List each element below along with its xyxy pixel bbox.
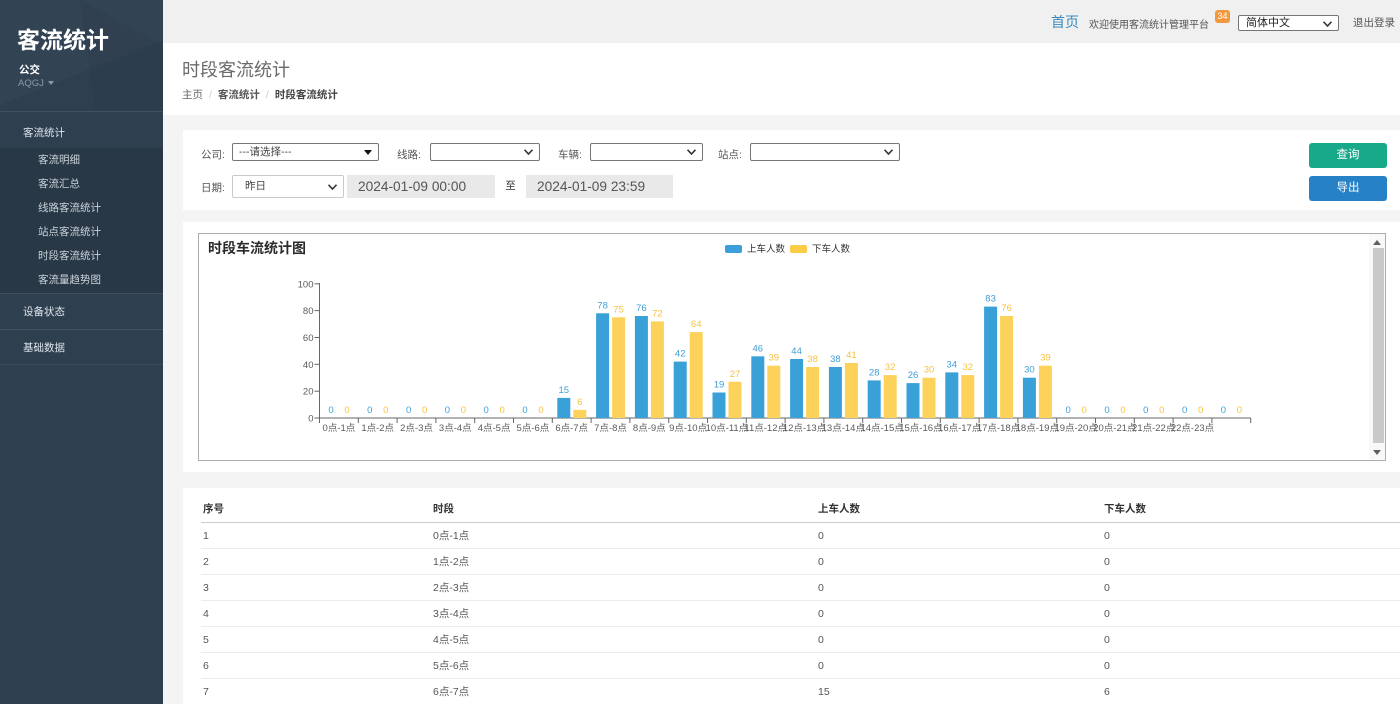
svg-text:11点-12点: 11点-12点 [744,423,787,434]
svg-text:22点-23点: 22点-23点 [1171,423,1215,434]
svg-text:0: 0 [500,405,505,416]
svg-text:0: 0 [1182,405,1187,416]
svg-text:2点-3点: 2点-3点 [400,423,433,434]
svg-text:78: 78 [597,300,608,311]
svg-text:0: 0 [344,405,349,416]
svg-text:0: 0 [1198,405,1203,416]
svg-text:76: 76 [636,303,647,314]
svg-text:13点-14点: 13点-14点 [822,423,866,434]
svg-text:100: 100 [298,279,314,290]
svg-text:76: 76 [1001,303,1012,314]
svg-text:39: 39 [1040,353,1051,364]
svg-text:15点-16点: 15点-16点 [899,423,943,434]
svg-text:17点-18点: 17点-18点 [977,423,1021,434]
svg-text:19: 19 [714,380,725,391]
svg-text:64: 64 [691,319,702,330]
svg-text:0点-1点: 0点-1点 [323,423,356,434]
svg-text:0: 0 [1237,405,1242,416]
svg-text:9点-10点: 9点-10点 [669,423,708,434]
svg-text:0: 0 [1159,405,1164,416]
svg-text:0: 0 [422,405,427,416]
svg-text:0: 0 [406,405,411,416]
svg-text:0: 0 [461,405,466,416]
svg-text:6: 6 [577,397,582,408]
svg-text:41: 41 [846,350,857,361]
svg-text:42: 42 [675,349,686,360]
svg-text:72: 72 [652,308,663,319]
svg-text:18点-19点: 18点-19点 [1016,423,1060,434]
svg-text:16点-17点: 16点-17点 [938,423,982,434]
svg-text:0: 0 [308,414,313,425]
svg-text:32: 32 [885,362,896,373]
svg-text:30: 30 [924,365,935,376]
svg-text:27: 27 [730,369,741,380]
svg-text:83: 83 [985,294,996,305]
svg-text:6点-7点: 6点-7点 [555,423,588,434]
svg-text:19点-20点: 19点-20点 [1054,423,1098,434]
svg-text:7点-8点: 7点-8点 [594,423,627,434]
svg-text:30: 30 [1024,365,1035,376]
svg-text:0: 0 [1120,405,1125,416]
svg-text:0: 0 [522,405,527,416]
svg-text:8点-9点: 8点-9点 [633,423,666,434]
svg-text:3点-4点: 3点-4点 [439,423,472,434]
svg-text:60: 60 [303,333,314,344]
svg-text:4点-5点: 4点-5点 [478,423,511,434]
svg-text:38: 38 [807,354,818,365]
svg-text:0: 0 [484,405,489,416]
svg-text:0: 0 [367,405,372,416]
svg-text:0: 0 [383,405,388,416]
svg-text:26: 26 [908,370,919,381]
svg-text:0: 0 [445,405,450,416]
svg-text:0: 0 [1104,405,1109,416]
svg-text:44: 44 [791,346,802,357]
svg-text:46: 46 [753,343,764,354]
svg-text:0: 0 [1221,405,1226,416]
svg-text:0: 0 [1082,405,1087,416]
svg-text:75: 75 [613,304,624,315]
svg-text:10点-11点: 10点-11点 [706,423,749,434]
svg-text:15: 15 [559,385,570,396]
svg-text:28: 28 [869,367,880,378]
svg-text:14点-15点: 14点-15点 [860,423,904,434]
svg-text:40: 40 [303,360,314,371]
svg-text:34: 34 [947,359,958,370]
svg-text:80: 80 [303,306,314,317]
svg-text:20: 20 [303,387,314,398]
svg-text:20点-21点: 20点-21点 [1093,423,1137,434]
svg-text:21点-22点: 21点-22点 [1132,423,1176,434]
svg-text:0: 0 [328,405,333,416]
svg-text:38: 38 [830,354,841,365]
svg-text:5点-6点: 5点-6点 [517,423,550,434]
svg-text:0: 0 [1066,405,1071,416]
svg-text:0: 0 [538,405,543,416]
svg-text:39: 39 [769,353,780,364]
svg-text:32: 32 [963,362,974,373]
svg-text:1点-2点: 1点-2点 [361,423,394,434]
svg-text:0: 0 [1143,405,1148,416]
svg-text:12点-13点: 12点-13点 [783,423,827,434]
